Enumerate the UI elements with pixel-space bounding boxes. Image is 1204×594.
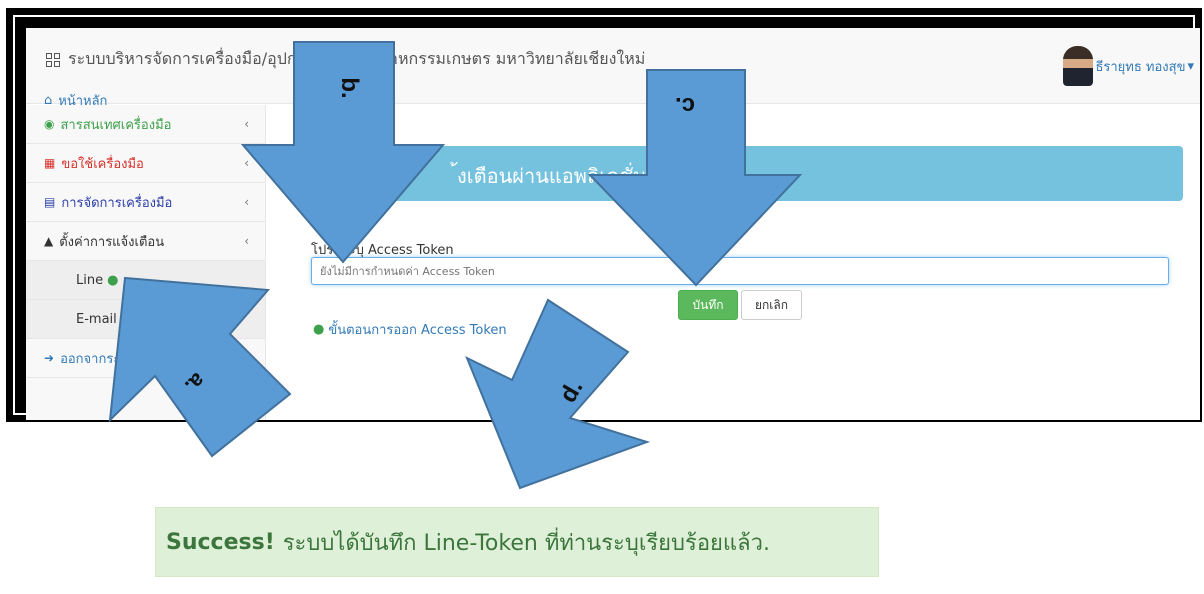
callout-b-label: b.: [336, 77, 363, 98]
callout-c-label: c.: [675, 92, 695, 119]
arrow-a: [108, 276, 292, 458]
arrow-b: [240, 41, 446, 264]
annotation-arrows: b. c. a. d.: [108, 41, 803, 490]
